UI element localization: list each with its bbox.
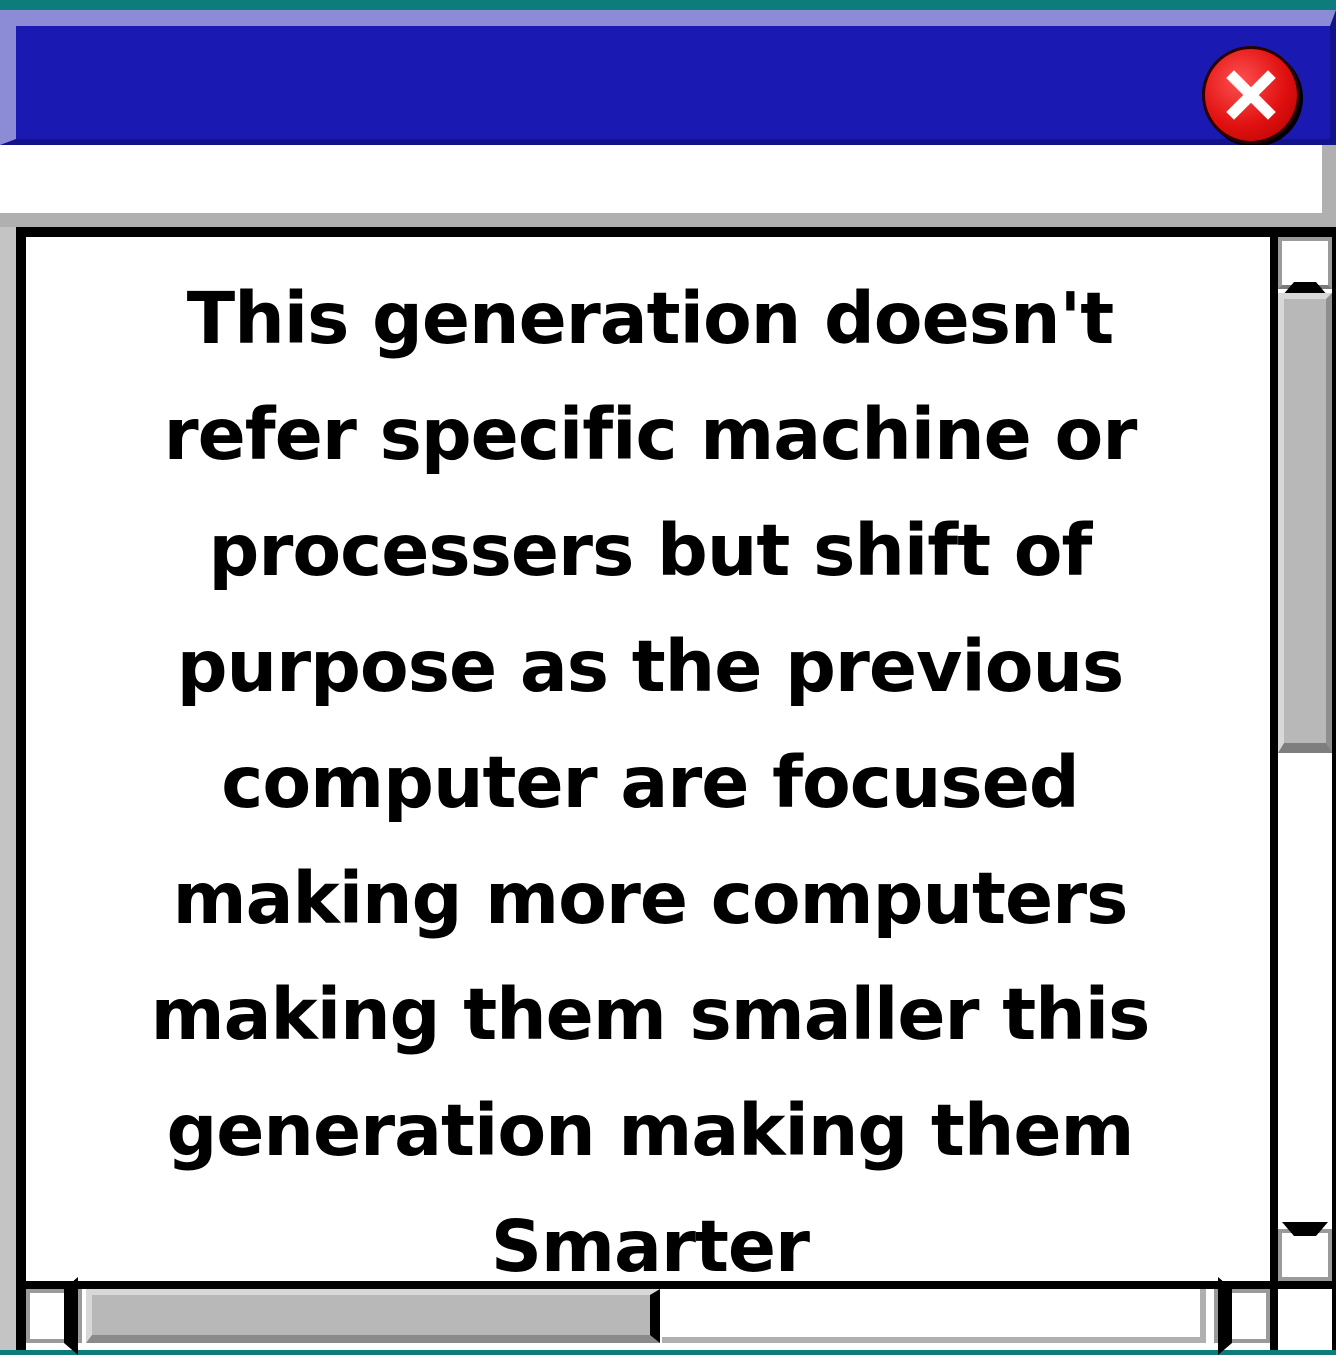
close-icon [1226,70,1276,120]
message-line: processers but shift of [208,509,1093,592]
message-text: This generation doesn't refer specific m… [26,261,1270,1281]
arrow-up-icon [1282,230,1328,296]
scroll-left-button[interactable] [26,1277,82,1355]
scroll-right-button[interactable] [1214,1277,1270,1355]
arrow-down-icon [1282,1222,1328,1288]
message-line: making more computers [172,857,1129,940]
horizontal-scroll-thumb[interactable] [86,1289,660,1343]
message-line: purpose as the previous [176,625,1125,708]
horizontal-scrollbar[interactable] [26,1277,1270,1355]
title-bar[interactable] [0,10,1336,145]
scrollbar-corner [1274,1285,1332,1350]
message-line: Smarter [490,1205,810,1281]
scroll-down-button[interactable] [1278,1222,1332,1281]
content-frame: This generation doesn't refer specific m… [16,227,1336,1355]
message-area: This generation doesn't refer specific m… [26,237,1270,1281]
vertical-scroll-thumb[interactable] [1278,293,1332,753]
message-line: This generation doesn't [186,277,1114,360]
message-line: computer are focused [221,741,1079,824]
close-button[interactable] [1202,46,1300,144]
menu-bar-edge [0,201,16,213]
dialog-window: This generation doesn't refer specific m… [0,10,1336,1355]
horizontal-scroll-track[interactable] [662,1289,1206,1343]
message-line: making them smaller this [150,973,1151,1056]
arrow-right-icon [1218,1277,1266,1355]
vertical-scrollbar[interactable] [1274,237,1332,1281]
message-line: generation making them [166,1089,1134,1172]
scroll-up-button[interactable] [1278,237,1332,296]
menu-bar [0,145,1336,227]
arrow-left-icon [30,1277,78,1355]
message-line: refer specific machine or [163,393,1138,476]
